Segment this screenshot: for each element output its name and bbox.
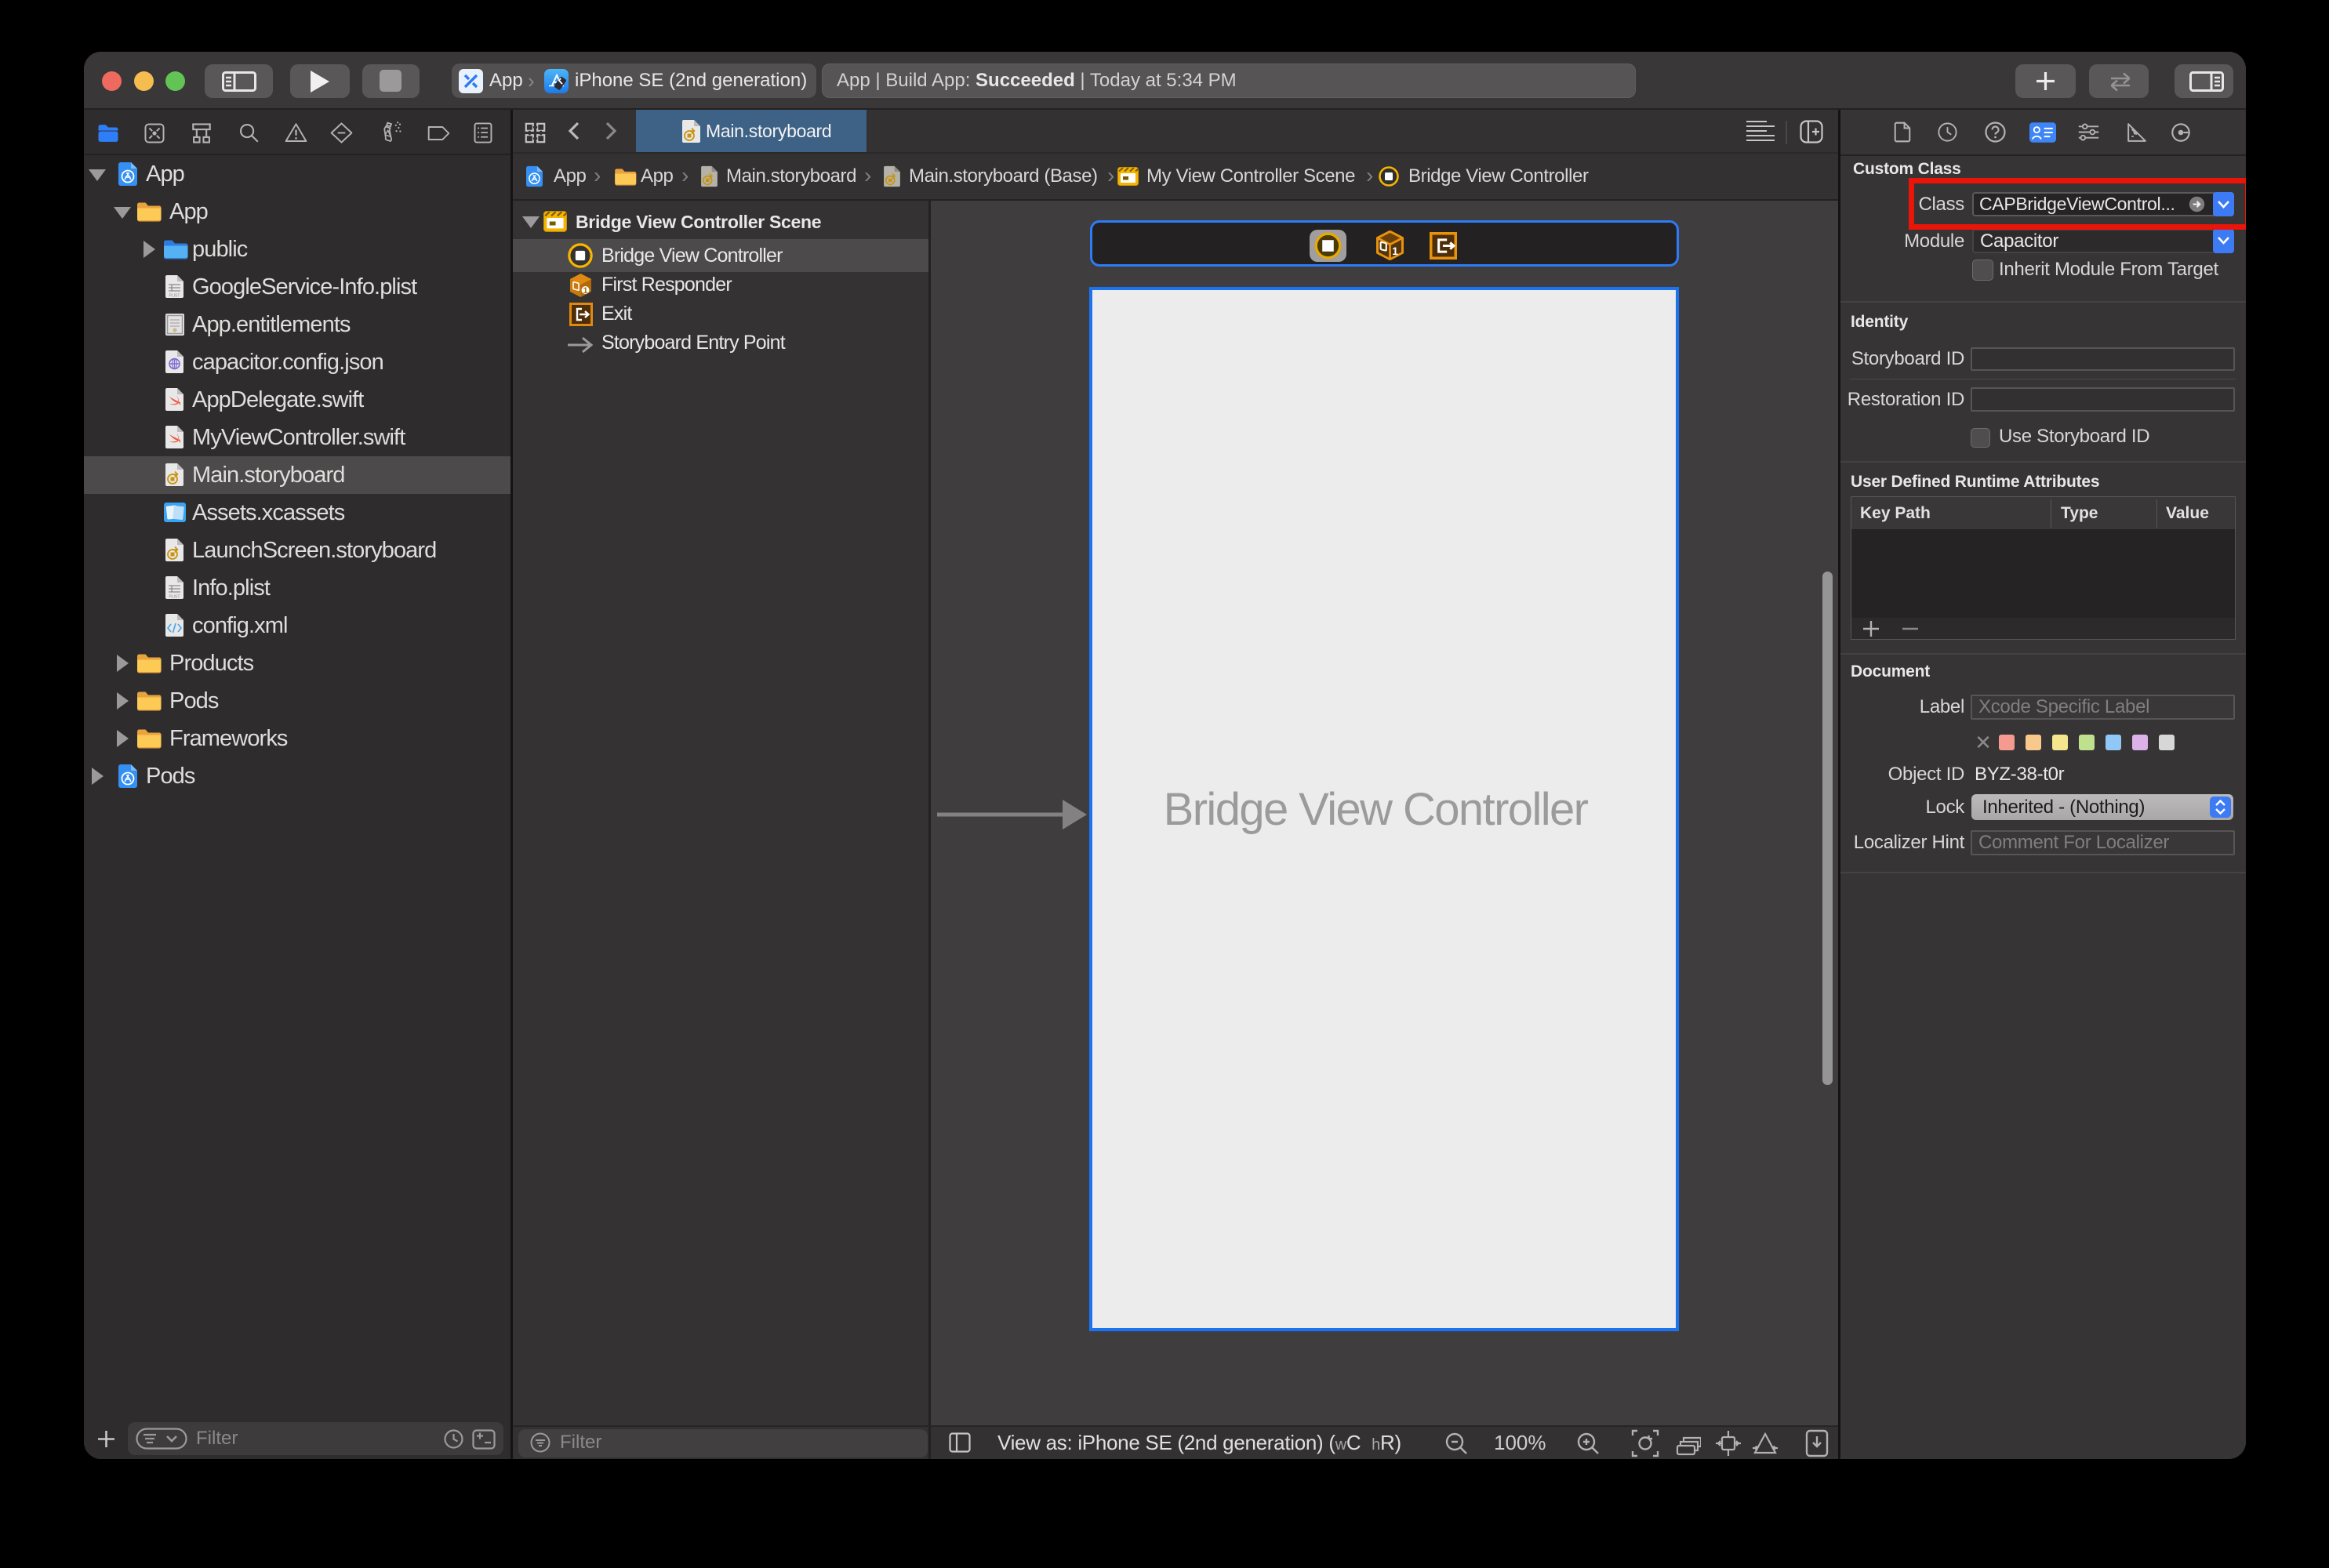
svg-text:1: 1: [583, 286, 587, 296]
svg-text:PLIST: PLIST: [169, 294, 180, 299]
svg-text:1: 1: [1392, 245, 1398, 258]
svg-text:PLIST: PLIST: [169, 595, 180, 600]
